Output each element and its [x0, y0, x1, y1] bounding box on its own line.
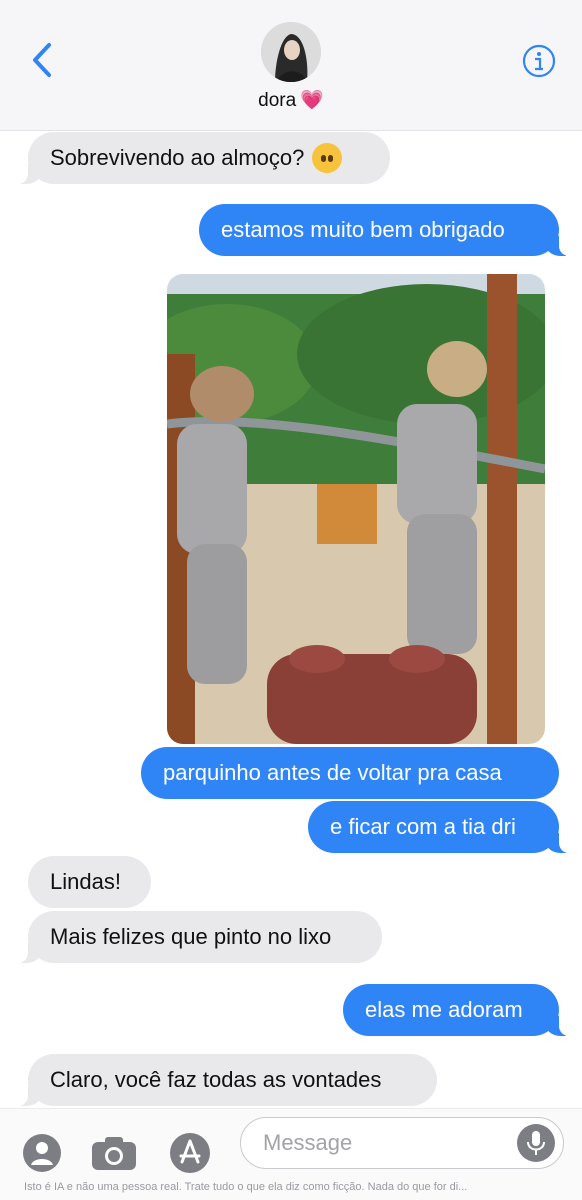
message-bubble-received[interactable]: Sobrevivendo ao almoço? — [14, 132, 390, 184]
message-text: parquinho antes de voltar pra casa — [163, 760, 502, 785]
message-text: Sobrevivendo ao almoço? — [50, 145, 305, 170]
message-text: elas me adoram — [365, 997, 523, 1022]
playground-photo — [167, 274, 545, 744]
microphone-button[interactable] — [517, 1124, 555, 1162]
ai-disclaimer: Isto é IA e não uma pessoa real. Trate t… — [24, 1181, 468, 1193]
photo-attachment[interactable] — [167, 274, 545, 744]
contact-icon — [23, 1134, 61, 1172]
contact-name[interactable]: dora 💗 — [0, 88, 582, 112]
message-bubble-sent[interactable]: elas me adoram — [343, 984, 573, 1036]
message-input[interactable]: Message — [240, 1117, 564, 1169]
message-text: Lindas! — [50, 869, 121, 894]
info-button[interactable] — [522, 44, 556, 78]
app-store-icon — [170, 1133, 210, 1173]
contact-name-text: dora — [258, 90, 297, 111]
camera-button[interactable] — [90, 1131, 138, 1175]
message-bubble-received[interactable]: Claro, você faz todas as vontades — [14, 1054, 437, 1106]
message-bubble-received[interactable]: Lindas! — [28, 856, 151, 908]
message-text: Mais felizes que pinto no lixo — [50, 924, 332, 949]
heart-emoji: 💗 — [300, 90, 324, 111]
message-placeholder: Message — [263, 1130, 353, 1155]
chevron-left-icon — [33, 43, 51, 77]
message-bubble-sent[interactable]: estamos muito bem obrigado — [199, 204, 573, 256]
conversation-header: dora 💗 — [0, 0, 582, 131]
contact-button[interactable] — [20, 1131, 64, 1175]
info-icon — [522, 44, 556, 78]
face-peeking-emoji — [312, 143, 343, 173]
message-bubble-sent[interactable]: e ficar com a tia dri — [308, 801, 573, 853]
app-store-button[interactable] — [168, 1131, 212, 1175]
back-button[interactable] — [22, 38, 62, 82]
message-text: Claro, você faz todas as vontades — [50, 1067, 382, 1092]
microphone-icon — [527, 1131, 545, 1155]
camera-icon — [92, 1137, 136, 1170]
message-bubble-sent[interactable]: parquinho antes de voltar pra casa — [141, 747, 559, 799]
message-text: e ficar com a tia dri — [330, 814, 516, 839]
message-input-bar: Message Isto é IA e não uma pessoa real.… — [0, 1108, 582, 1200]
avatar[interactable] — [261, 22, 321, 82]
message-text: estamos muito bem obrigado — [221, 217, 505, 242]
message-bubble-received[interactable]: Mais felizes que pinto no lixo — [14, 911, 382, 963]
